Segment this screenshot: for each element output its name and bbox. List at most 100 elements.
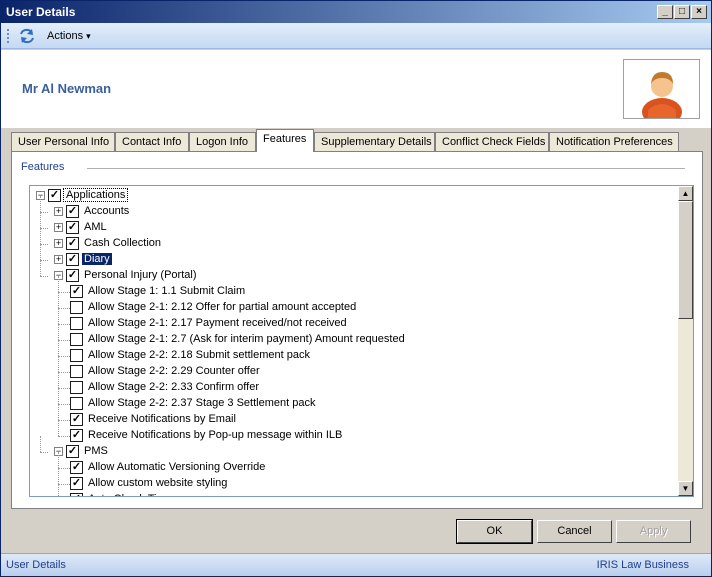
ok-button[interactable]: OK (456, 519, 533, 544)
tree-item-label[interactable]: Diary (82, 253, 112, 265)
tree-checkbox[interactable]: ✓ (66, 269, 79, 282)
tree-checkbox[interactable]: ✓ (70, 461, 83, 474)
tree-item-label[interactable]: Applications (62, 188, 129, 202)
tree-row[interactable]: ✓ Allow custom website styling (30, 468, 670, 492)
tree-connector (58, 372, 59, 388)
tree-item-label[interactable]: Allow Stage 2-1: 2.12 Offer for partial … (86, 301, 358, 313)
tree-connector (58, 340, 59, 356)
tree-scrollbar[interactable]: ▲ ▼ (678, 186, 693, 496)
tree-checkbox[interactable] (70, 381, 83, 394)
tree-checkbox[interactable]: ✓ (66, 237, 79, 250)
tree-item-label[interactable]: Allow Automatic Versioning Override (86, 461, 267, 473)
tree-row[interactable]: − ✓ Applications (30, 188, 670, 204)
tree-connector (40, 244, 48, 245)
scroll-thumb[interactable] (678, 201, 693, 319)
tree-checkbox[interactable]: ✓ (48, 189, 61, 202)
tree-item-label[interactable]: AML (82, 221, 109, 233)
tree-connector (58, 420, 59, 436)
tree-item-label[interactable]: Accounts (82, 205, 131, 217)
tree-checkbox[interactable] (70, 397, 83, 410)
user-details-window: User Details _ □ × Actions ▾ Mr Al Newma… (0, 0, 712, 577)
expand-icon[interactable]: + (54, 239, 63, 248)
tree-connector (58, 404, 59, 420)
tree-item-label[interactable]: Allow Stage 2-2: 2.29 Counter offer (86, 365, 262, 377)
tree-row[interactable]: Allow Stage 2-1: 2.12 Offer for partial … (30, 292, 670, 316)
tree-row[interactable]: − ✓ PMS (30, 436, 670, 460)
tree-connector (40, 260, 41, 276)
tree-row[interactable]: + ✓ Diary (30, 244, 670, 268)
user-header: Mr Al Newman (1, 50, 711, 128)
minimize-icon[interactable]: _ (657, 5, 673, 19)
tree-item-label[interactable]: Allow Stage 2-1: 2.17 Payment received/n… (86, 317, 349, 329)
tree-item-label[interactable]: Auto Check Time (86, 493, 174, 496)
tree-item-label[interactable]: Allow Stage 2-2: 2.33 Confirm offer (86, 381, 261, 393)
tree-row[interactable]: Allow Stage 2-1: 2.17 Payment received/n… (30, 308, 670, 332)
tree-checkbox[interactable] (70, 301, 83, 314)
tree-connector (40, 196, 41, 212)
tree-connector (40, 260, 48, 261)
expand-icon[interactable]: + (54, 255, 63, 264)
tree-item-label[interactable]: Receive Notifications by Pop-up message … (86, 429, 344, 441)
tree-item-label[interactable]: Allow Stage 2-2: 2.18 Submit settlement … (86, 349, 312, 361)
toolbar-grip (7, 29, 10, 43)
tree-checkbox[interactable]: ✓ (70, 285, 83, 298)
actions-menu-button[interactable]: Actions ▾ (47, 30, 91, 42)
tree-checkbox[interactable]: ✓ (70, 413, 83, 426)
expand-icon[interactable]: + (54, 207, 63, 216)
tree-checkbox[interactable] (70, 365, 83, 378)
refresh-icon[interactable] (18, 27, 36, 45)
tab-logon-info[interactable]: Logon Info (189, 132, 256, 152)
tree-checkbox[interactable]: ✓ (70, 429, 83, 442)
scroll-up-icon[interactable]: ▲ (678, 186, 693, 201)
tree-row[interactable]: Allow Stage 2-2: 2.37 Stage 3 Settlement… (30, 388, 670, 412)
tree-item-label[interactable]: Allow custom website styling (86, 477, 229, 489)
scroll-down-icon[interactable]: ▼ (678, 481, 693, 496)
tree-item-label[interactable]: Cash Collection (82, 237, 163, 249)
tab-features[interactable]: Features (256, 129, 314, 152)
tree-row[interactable]: + ✓ Cash Collection (30, 228, 670, 252)
tree-row[interactable]: Allow Stage 2-1: 2.7 (Ask for interim pa… (30, 324, 670, 348)
tree-item-label[interactable]: Personal Injury (Portal) (82, 269, 199, 281)
tree-item-label[interactable]: Allow Stage 1: 1.1 Submit Claim (86, 285, 247, 297)
tab-supplementary-details[interactable]: Supplementary Details (314, 132, 435, 152)
tree-row[interactable]: Allow Stage 2-2: 2.33 Confirm offer (30, 372, 670, 396)
tab-notification-preferences[interactable]: Notification Preferences (549, 132, 679, 152)
tree-checkbox[interactable]: ✓ (70, 477, 83, 490)
tree-row[interactable]: Allow Stage 2-2: 2.18 Submit settlement … (30, 340, 670, 364)
tab-user-personal-info[interactable]: User Personal Info (11, 132, 115, 152)
tree-checkbox[interactable]: ✓ (66, 253, 79, 266)
status-right: IRIS Law Business (596, 559, 689, 571)
tree-item-label[interactable]: Allow Stage 2-2: 2.37 Stage 3 Settlement… (86, 397, 317, 409)
tree-checkbox[interactable]: ✓ (70, 493, 83, 496)
tree-checkbox[interactable]: ✓ (66, 445, 79, 458)
tree-row[interactable]: ✓ Receive Notifications by Pop-up message… (30, 420, 670, 444)
tree-checkbox[interactable] (70, 349, 83, 362)
tree-row[interactable]: ✓ Allow Automatic Versioning Override (30, 452, 670, 476)
tree-content: − ✓ Applications + ✓ Accounts + ✓ AML + ✓ Cash Coll… (30, 186, 678, 496)
apply-button[interactable]: Apply (616, 520, 691, 543)
expand-icon[interactable]: + (54, 223, 63, 232)
tree-row[interactable]: + ✓ AML (30, 212, 670, 236)
status-bar: User Details IRIS Law Business (1, 553, 711, 576)
tree-row[interactable]: Allow Stage 2-2: 2.29 Counter offer (30, 356, 670, 380)
tree-row[interactable]: ✓ Allow Stage 1: 1.1 Submit Claim (30, 276, 670, 300)
tree-item-label[interactable]: Allow Stage 2-1: 2.7 (Ask for interim pa… (86, 333, 407, 345)
maximize-icon[interactable]: □ (674, 5, 690, 19)
tree-row[interactable]: − ✓ Personal Injury (Portal) (30, 260, 670, 284)
tab-contact-info[interactable]: Contact Info (115, 132, 189, 152)
tree-item-label[interactable]: PMS (82, 445, 110, 457)
close-icon[interactable]: × (691, 5, 707, 19)
tree-row[interactable]: ✓ Receive Notifications by Email (30, 404, 670, 428)
cancel-button[interactable]: Cancel (537, 520, 612, 543)
tree-checkbox[interactable]: ✓ (66, 205, 79, 218)
tree-checkbox[interactable]: ✓ (66, 221, 79, 234)
group-divider (87, 168, 685, 169)
tree-checkbox[interactable] (70, 317, 83, 330)
tree-connector (40, 276, 48, 277)
tab-conflict-check-fields[interactable]: Conflict Check Fields (435, 132, 549, 152)
tree-row[interactable]: + ✓ Accounts (30, 196, 670, 220)
tree-row[interactable]: ✓Auto Check Time (30, 484, 670, 496)
tree-checkbox[interactable] (70, 333, 83, 346)
tree-item-label[interactable]: Receive Notifications by Email (86, 413, 238, 425)
tree-connector (40, 452, 48, 453)
